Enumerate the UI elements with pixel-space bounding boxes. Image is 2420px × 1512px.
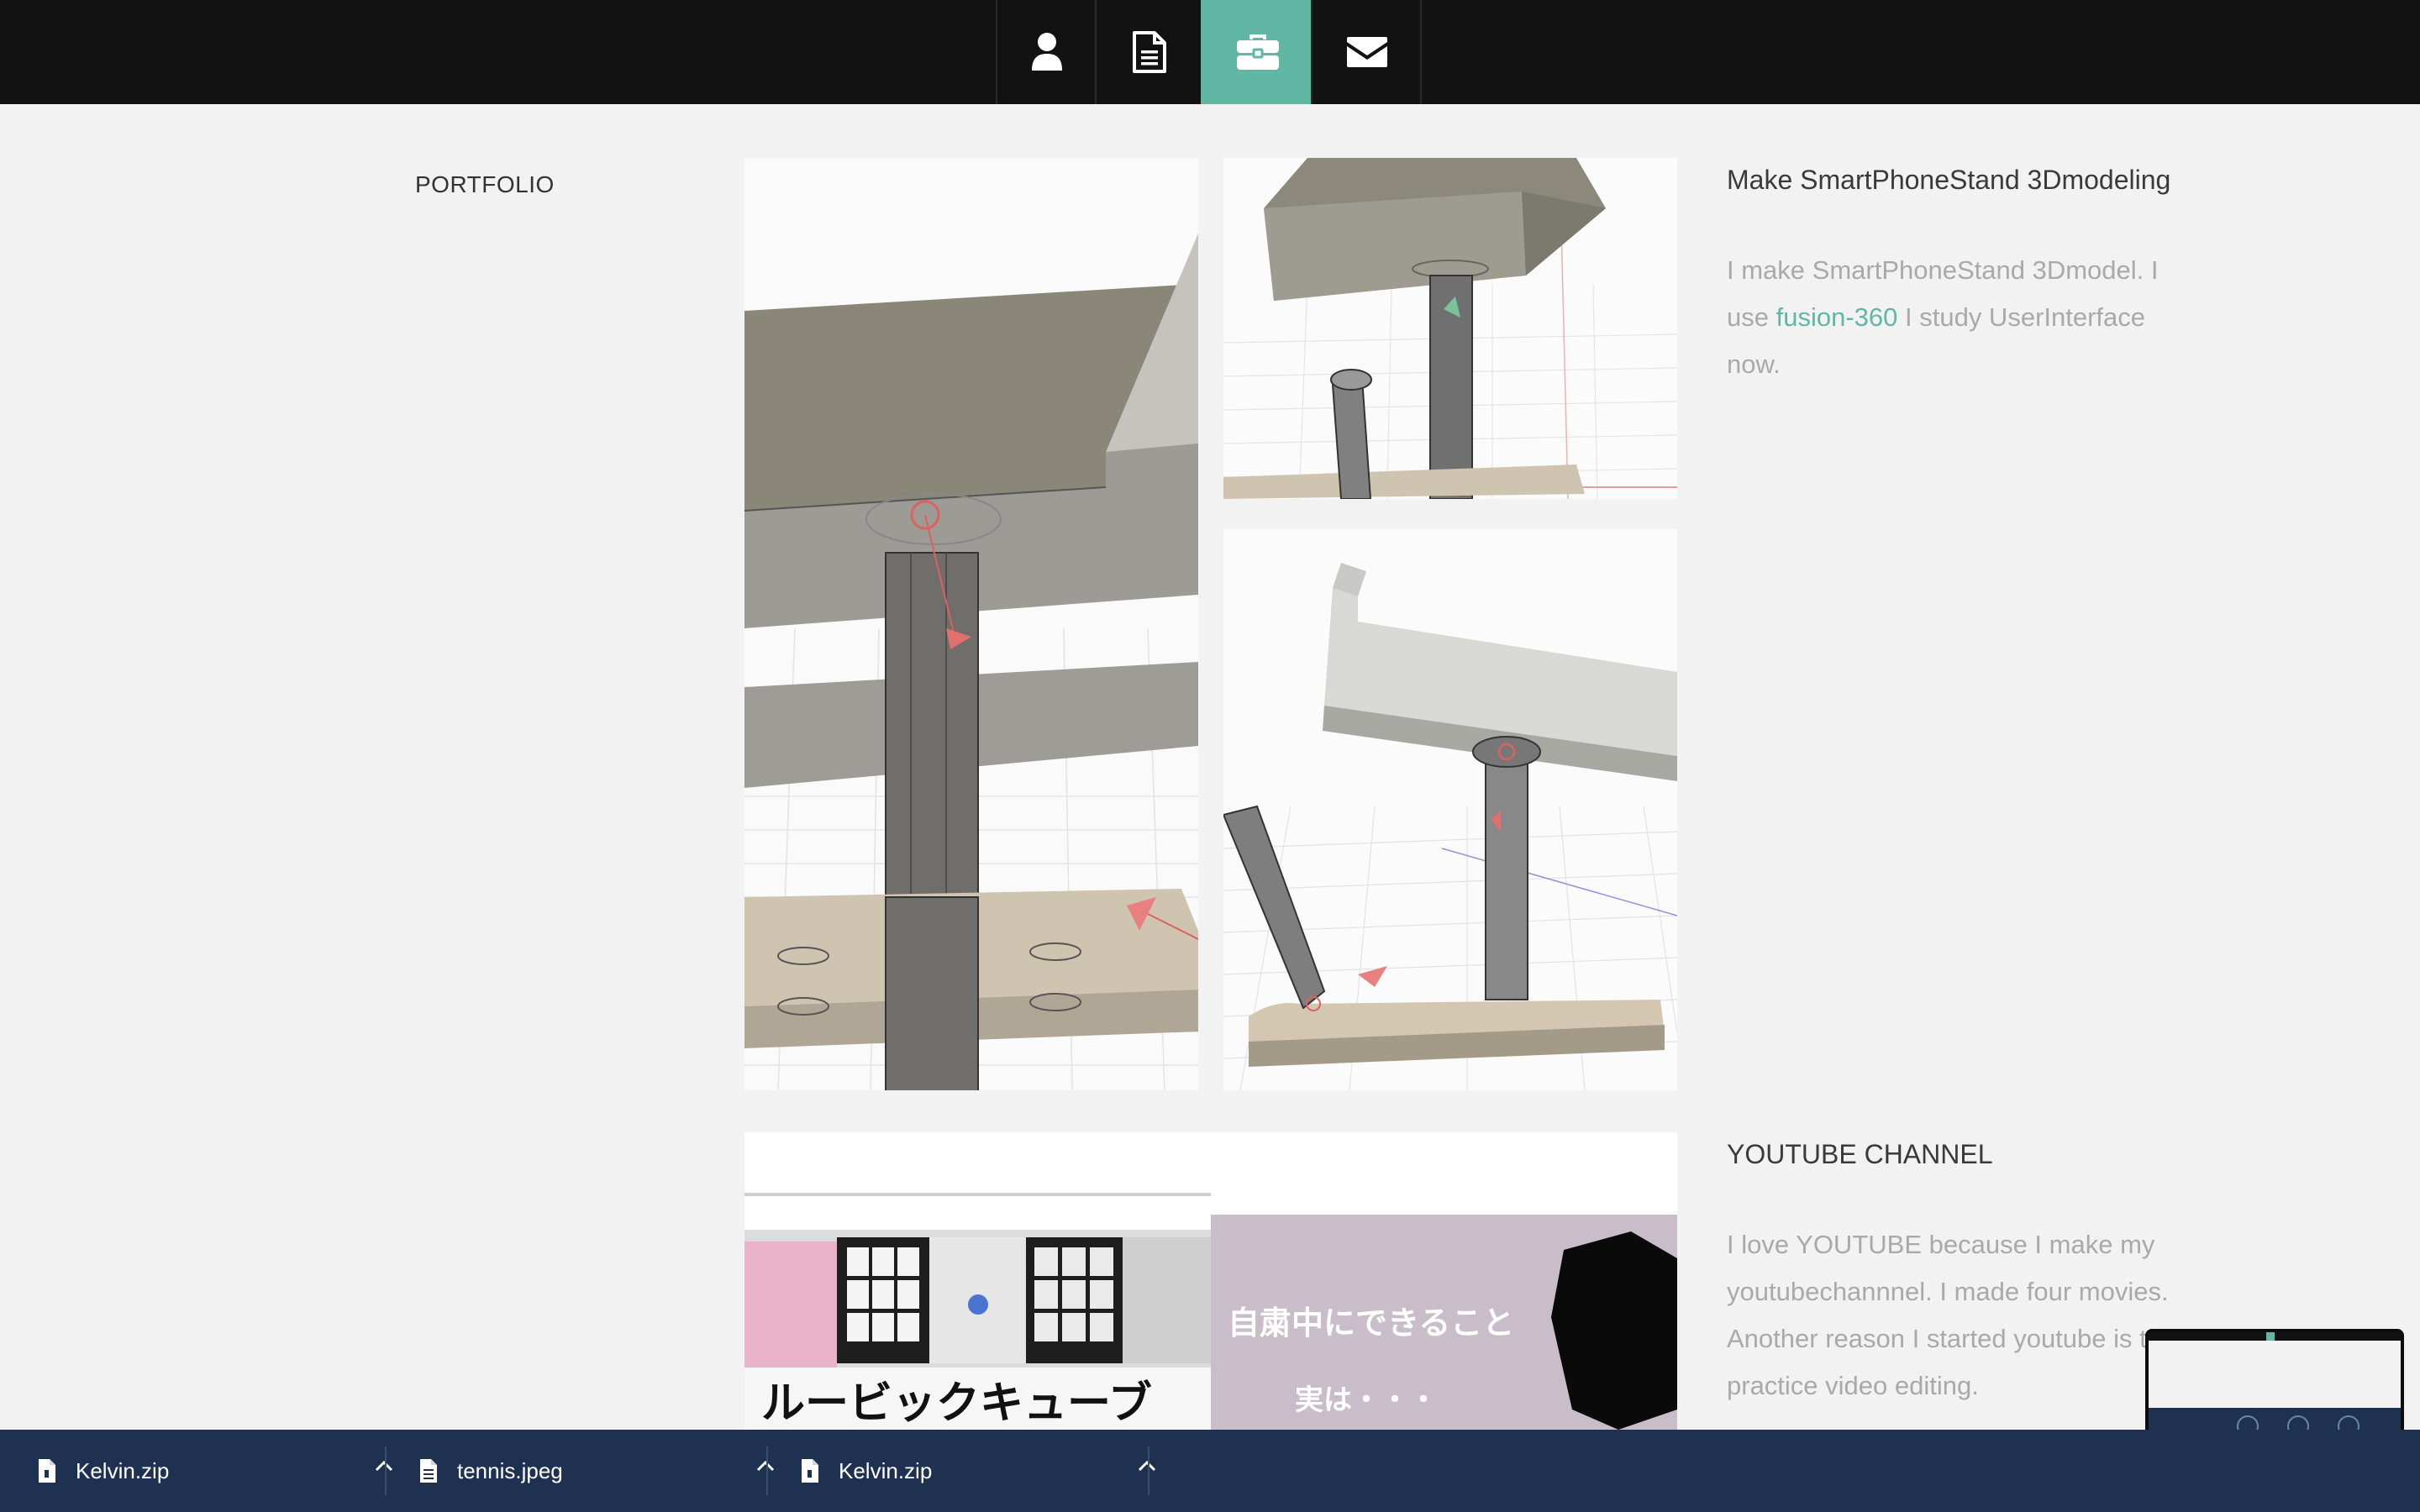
download-bar: Kelvin.zip tennis.jpeg Kelvin.zip <box>0 1430 2420 1512</box>
zip-file-icon <box>39 1459 55 1483</box>
project-description-phonestand: I make SmartPhoneStand 3Dmodel. I use fu… <box>1727 247 2164 388</box>
zip-file-icon <box>802 1459 818 1483</box>
thumb-right-line2: 実は・・・ <box>1295 1383 1438 1417</box>
download-filename: tennis.jpeg <box>457 1457 563 1483</box>
download-item[interactable]: Kelvin.zip <box>37 1430 418 1512</box>
thumb-right-line1: 自粛中にできること <box>1228 1305 1514 1341</box>
nav-resume-button[interactable] <box>1095 0 1202 104</box>
section-label: PORTFOLIO <box>415 171 555 197</box>
download-item[interactable]: tennis.jpeg <box>418 1430 800 1512</box>
download-divider <box>385 1446 387 1495</box>
chevron-up-icon[interactable] <box>756 1460 775 1472</box>
youtube-thumbnails-image[interactable]: ルービックキューブ 自粛中にできること 実は・・・ <box>744 1132 1677 1430</box>
resume-icon <box>1133 31 1166 73</box>
nav-divider <box>1420 0 1422 104</box>
phonestand-top-view-image[interactable] <box>1223 158 1677 499</box>
image-file-icon <box>420 1459 437 1483</box>
phonestand-closeup-image[interactable] <box>744 158 1198 1090</box>
briefcase-icon <box>1236 34 1279 70</box>
download-item[interactable]: Kelvin.zip <box>800 1430 1181 1512</box>
download-divider <box>766 1446 768 1495</box>
project-title-phonestand: Make SmartPhoneStand 3Dmodeling <box>1727 165 2171 195</box>
phonestand-perspective-image[interactable] <box>1223 529 1677 1090</box>
project-description-youtube: I love YOUTUBE because I make my youtube… <box>1727 1230 2169 1400</box>
download-filename: Kelvin.zip <box>76 1457 170 1483</box>
download-filename: Kelvin.zip <box>839 1457 933 1483</box>
thumb-left-caption: ルービックキューブ <box>761 1378 1152 1429</box>
project-title-youtube: YOUTUBE CHANNEL <box>1727 1139 1993 1169</box>
chevron-up-icon[interactable] <box>1138 1460 1156 1472</box>
chevron-up-icon[interactable] <box>375 1460 393 1472</box>
top-navigation <box>0 0 2420 104</box>
download-divider <box>1148 1446 1150 1495</box>
nav-contact-button[interactable] <box>1311 0 1422 104</box>
nav-about-button[interactable] <box>996 0 1097 104</box>
user-icon <box>1032 33 1062 71</box>
envelope-icon <box>1347 37 1387 67</box>
fusion-360-link[interactable]: fusion-360 <box>1776 302 1898 332</box>
nav-portfolio-button[interactable] <box>1201 0 1313 104</box>
